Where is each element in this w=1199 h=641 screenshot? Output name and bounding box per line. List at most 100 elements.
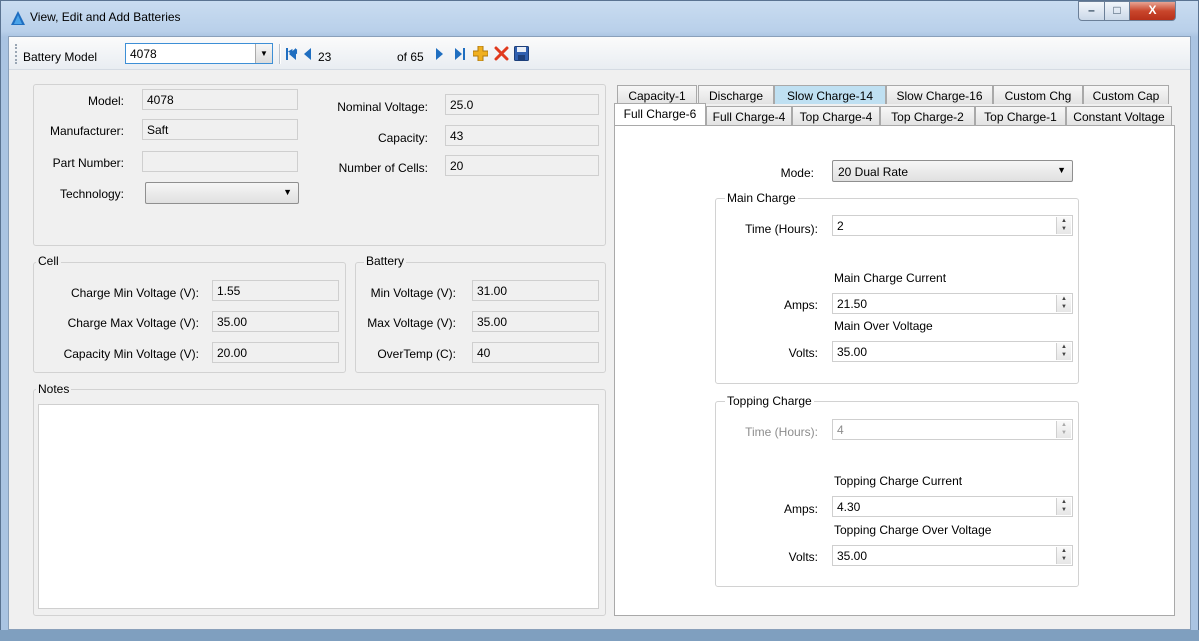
cells-label: Number of Cells: [338, 161, 428, 175]
move-next-icon[interactable] [435, 48, 444, 60]
close-button[interactable]: X [1129, 1, 1176, 21]
save-icon[interactable] [514, 46, 529, 61]
main-volts-spinner[interactable]: 35.00 ▲ ▼ [832, 341, 1073, 362]
main-amps-label: Amps: [783, 298, 818, 312]
technology-label: Technology: [59, 187, 124, 201]
move-first-icon-svg[interactable] [285, 47, 297, 61]
charge-min-label: Charge Min Voltage (V): [70, 286, 199, 300]
capacity-label: Capacity: [377, 131, 428, 145]
maximize-icon: □ [1113, 3, 1121, 17]
battery-model-value: 4078 [130, 47, 157, 61]
min-voltage-field[interactable]: 31.00 [472, 280, 599, 301]
window-title: View, Edit and Add Batteries [30, 10, 181, 24]
minimize-icon: – [1088, 3, 1095, 17]
spinner-arrows-icon[interactable]: ▲ ▼ [1056, 217, 1071, 234]
spinner-arrows-icon[interactable]: ▲ ▼ [1056, 343, 1071, 360]
chevron-down-icon[interactable]: ▼ [255, 44, 272, 63]
max-voltage-label: Max Voltage (V): [367, 316, 456, 330]
topping-time-value: 4 [837, 423, 844, 437]
notes-textarea[interactable] [38, 404, 599, 609]
topping-volts-value: 35.00 [837, 549, 868, 563]
main-charge-title: Main Charge [725, 191, 798, 205]
technology-combo[interactable]: ▼ [145, 182, 299, 204]
notes-group-title: Notes [36, 382, 72, 396]
topping-current-caption: Topping Charge Current [834, 474, 963, 488]
nominal-voltage-label: Nominal Voltage: [337, 100, 428, 114]
move-last-icon[interactable] [454, 47, 466, 61]
capacity-field[interactable]: 43 [445, 125, 599, 146]
toolbar-separator [279, 44, 281, 64]
chevron-down-icon: ▼ [283, 187, 292, 197]
main-amps-value: 21.50 [837, 297, 868, 311]
manufacturer-label: Manufacturer: [49, 124, 124, 138]
move-previous-icon[interactable] [303, 48, 312, 60]
model-field[interactable]: 4078 [142, 89, 298, 110]
nominal-voltage-field[interactable]: 25.0 [445, 94, 599, 115]
topping-amps-label: Amps: [783, 502, 818, 516]
charge-max-field[interactable]: 35.00 [212, 311, 339, 332]
overtemp-field[interactable]: 40 [472, 342, 599, 363]
tab-custom-cap[interactable]: Custom Cap [1083, 85, 1169, 104]
tab-full-charge-6[interactable]: Full Charge-6 [614, 103, 706, 125]
charge-max-label: Charge Max Voltage (V): [67, 316, 199, 330]
part-number-label: Part Number: [52, 156, 124, 170]
mode-label: Mode: [780, 166, 814, 180]
capacity-min-field[interactable]: 20.00 [212, 342, 339, 363]
delete-icon[interactable] [494, 46, 509, 61]
spinner-arrows-icon[interactable]: ▲ ▼ [1056, 547, 1071, 564]
tab-constant-voltage[interactable]: Constant Voltage [1066, 106, 1172, 125]
background-strip [0, 630, 1199, 641]
tab-discharge[interactable]: Discharge [698, 85, 774, 104]
tab-top-charge-1[interactable]: Top Charge-1 [975, 106, 1066, 125]
chevron-down-icon: ▼ [1057, 165, 1066, 175]
tab-slow-charge-14[interactable]: Slow Charge-14 [774, 85, 886, 104]
close-icon: X [1148, 3, 1157, 17]
main-voltage-caption: Main Over Voltage [834, 319, 933, 333]
topping-time-spinner[interactable]: 4 ▲ ▼ [832, 419, 1073, 440]
spinner-arrows-icon[interactable]: ▲ ▼ [1056, 295, 1071, 312]
part-number-field[interactable] [142, 151, 298, 172]
app-icon [11, 11, 25, 25]
tab-top-charge-2[interactable]: Top Charge-2 [880, 106, 975, 125]
main-volts-value: 35.00 [837, 345, 868, 359]
mode-value: 20 Dual Rate [838, 165, 909, 179]
battery-model-combo[interactable]: 4078 ▼ [125, 43, 273, 64]
tab-full-charge-4[interactable]: Full Charge-4 [706, 106, 792, 125]
minimize-button[interactable]: – [1078, 1, 1105, 21]
tab-capacity-1[interactable]: Capacity-1 [617, 85, 697, 104]
main-time-label: Time (Hours): [745, 222, 818, 236]
topping-charge-title: Topping Charge [725, 394, 814, 408]
cells-field[interactable]: 20 [445, 155, 599, 176]
mode-combo[interactable]: 20 Dual Rate ▼ [832, 160, 1073, 182]
topping-amps-spinner[interactable]: 4.30 ▲ ▼ [832, 496, 1073, 517]
min-voltage-label: Min Voltage (V): [370, 286, 456, 300]
cell-group-title: Cell [36, 254, 61, 268]
tab-custom-chg[interactable]: Custom Chg [993, 85, 1083, 104]
battery-model-label: Battery Model [23, 50, 98, 64]
main-time-value: 2 [837, 219, 844, 233]
manufacturer-field[interactable]: Saft [142, 119, 298, 140]
battery-group-title: Battery [364, 254, 407, 268]
main-amps-spinner[interactable]: 21.50 ▲ ▼ [832, 293, 1073, 314]
tab-top-charge-4[interactable]: Top Charge-4 [792, 106, 880, 125]
main-volts-label: Volts: [788, 346, 818, 360]
main-time-spinner[interactable]: 2 ▲ ▼ [832, 215, 1073, 236]
toolbar-grip[interactable] [15, 44, 20, 64]
tab-slow-charge-16[interactable]: Slow Charge-16 [886, 85, 993, 104]
record-position[interactable]: 23 [318, 50, 331, 64]
capacity-min-label: Capacity Min Voltage (V): [63, 347, 199, 361]
charge-min-field[interactable]: 1.55 [212, 280, 339, 301]
title-bar[interactable]: View, Edit and Add Batteries – □ X [0, 0, 1199, 36]
max-voltage-field[interactable]: 35.00 [472, 311, 599, 332]
spinner-arrows-icon[interactable]: ▲ ▼ [1056, 421, 1071, 438]
topping-volts-spinner[interactable]: 35.00 ▲ ▼ [832, 545, 1073, 566]
overtemp-label: OverTemp (C): [377, 347, 456, 361]
topping-voltage-caption: Topping Charge Over Voltage [834, 523, 992, 537]
model-label: Model: [87, 94, 124, 108]
add-new-icon[interactable] [473, 46, 488, 61]
topping-volts-label: Volts: [788, 550, 818, 564]
main-current-caption: Main Charge Current [834, 271, 947, 285]
topping-amps-value: 4.30 [837, 500, 861, 514]
maximize-button[interactable]: □ [1104, 1, 1130, 21]
spinner-arrows-icon[interactable]: ▲ ▼ [1056, 498, 1071, 515]
